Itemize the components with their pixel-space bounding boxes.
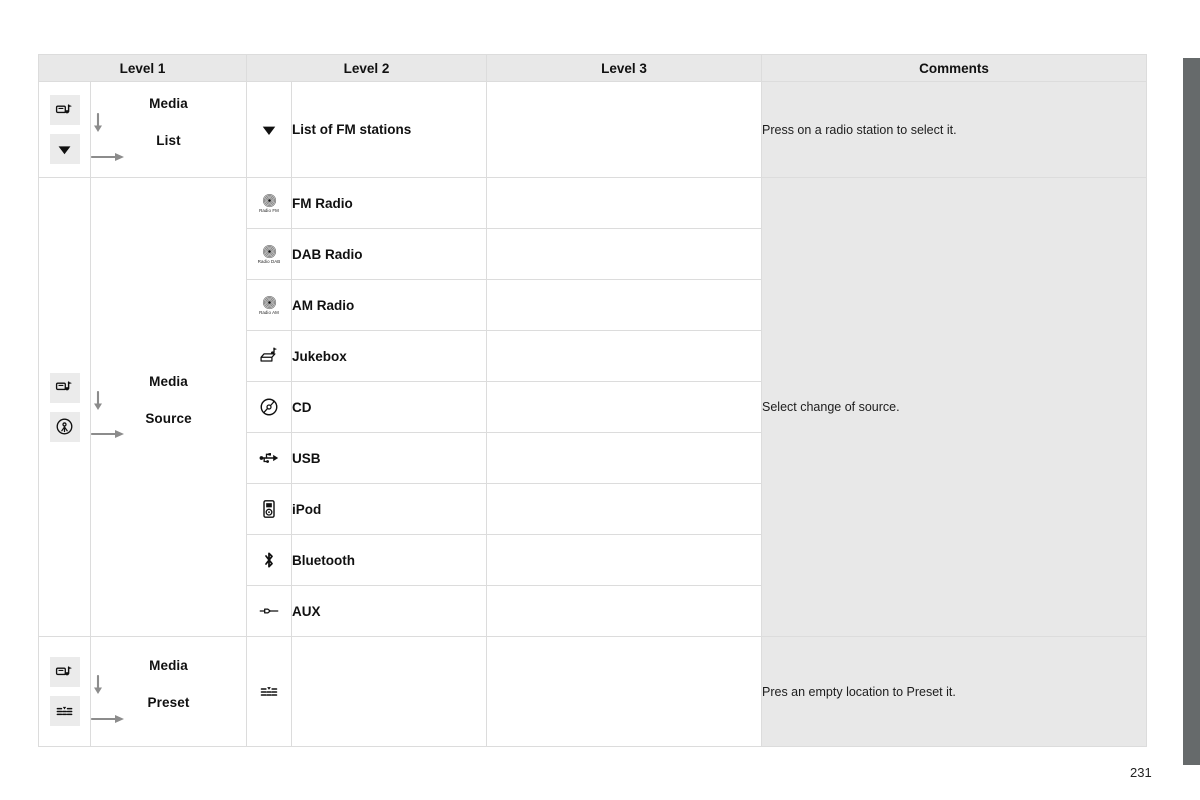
- level2-label[interactable]: List of FM stations: [291, 81, 487, 178]
- arrow-right-icon: [91, 713, 246, 725]
- level3-cell: [486, 483, 762, 535]
- comment-cell: Select change of source.: [761, 177, 1147, 637]
- level3-cell: [486, 585, 762, 637]
- arrow-down-icon: [91, 113, 246, 133]
- table-row: Media List List of FM stations Press on a r…: [38, 81, 1147, 178]
- level2-label[interactable]: iPod: [291, 483, 487, 535]
- level2-label[interactable]: DAB Radio: [291, 228, 487, 280]
- media-icon[interactable]: [49, 95, 80, 125]
- cd-icon: [247, 397, 291, 417]
- level1-icon-stack: [38, 177, 91, 637]
- level3-cell: [486, 177, 762, 229]
- aux-jack-icon: [247, 601, 291, 621]
- level2-icon-cell[interactable]: [246, 432, 292, 484]
- level2-label[interactable]: AM Radio: [291, 279, 487, 331]
- media-icon[interactable]: [49, 372, 80, 403]
- level2-icon-caption: Radio AM: [259, 309, 279, 315]
- jukebox-icon: [247, 346, 291, 366]
- level3-cell: [486, 81, 762, 178]
- level1-path-to: Preset: [147, 695, 190, 710]
- media-navigation-table: Level 1 Level 2 Level 3 Comments Media Li…: [38, 54, 1147, 747]
- list-triangle-icon[interactable]: [49, 134, 80, 164]
- radio-dial-icon: Radio AM: [247, 295, 291, 315]
- level2-icon-cell[interactable]: [246, 330, 292, 382]
- level2-label[interactable]: USB: [291, 432, 487, 484]
- level2-icon-cell[interactable]: Radio AM: [246, 279, 292, 331]
- table-row: Media Source Radio FM FM Radio Select change…: [38, 177, 1147, 637]
- level2-icon-cell[interactable]: Radio FM: [246, 177, 292, 229]
- level2-icon-cell[interactable]: [246, 585, 292, 637]
- list-triangle-icon: [247, 120, 291, 140]
- page-edge-marker-bar: [1183, 58, 1200, 765]
- preset-list-icon[interactable]: [49, 696, 80, 726]
- level2-icon-caption: Radio FM: [259, 207, 279, 213]
- level2-icon-caption: Radio DAB: [257, 258, 281, 264]
- column-header-level3: Level 3: [486, 54, 762, 82]
- level1-path-to: Source: [145, 410, 192, 426]
- page-number: 231: [1130, 765, 1152, 780]
- level2-icon-cell[interactable]: [246, 534, 292, 586]
- level1-path-from: Media: [149, 373, 188, 389]
- level2-label[interactable]: AUX: [291, 585, 487, 637]
- level2-icon-cell[interactable]: [246, 81, 292, 178]
- level2-icon-cell[interactable]: [246, 483, 292, 535]
- level1-path-to: List: [156, 133, 181, 148]
- level2-label[interactable]: FM Radio: [291, 177, 487, 229]
- column-header-level2: Level 2: [246, 54, 487, 82]
- level1-icon-stack: [38, 636, 91, 747]
- arrow-down-icon: [91, 390, 246, 411]
- level3-cell: [486, 432, 762, 484]
- level3-cell: [486, 534, 762, 586]
- level2-icon-cell[interactable]: [246, 381, 292, 433]
- level1-path-from: Media: [149, 96, 188, 112]
- table-row: Media Preset Pres an empty location to Pre…: [38, 636, 1147, 747]
- radio-dial-icon: Radio DAB: [247, 244, 291, 264]
- level2-label[interactable]: [291, 636, 487, 747]
- level1-icon-stack: [38, 81, 91, 178]
- level2-label[interactable]: Jukebox: [291, 330, 487, 382]
- arrow-right-icon: [91, 151, 246, 163]
- usb-icon: [247, 448, 291, 468]
- ipod-icon: [247, 499, 291, 519]
- column-header-comments: Comments: [761, 54, 1147, 82]
- table-header-row: Level 1 Level 2 Level 3 Comments: [38, 54, 1147, 82]
- level1-path: Media Preset: [90, 636, 247, 747]
- level1-path-from: Media: [149, 658, 188, 674]
- level2-icon-cell[interactable]: Radio DAB: [246, 228, 292, 280]
- level3-cell: [486, 228, 762, 280]
- comment-cell: Pres an empty location to Preset it.: [761, 636, 1147, 747]
- preset-list-icon: [247, 682, 291, 702]
- arrow-right-icon: [91, 428, 246, 440]
- radio-dial-icon: Radio FM: [247, 193, 291, 213]
- table-body: Media List List of FM stations Press on a r…: [38, 81, 1147, 747]
- level2-icon-cell[interactable]: [246, 636, 292, 747]
- level3-cell: [486, 381, 762, 433]
- column-header-level1: Level 1: [38, 54, 247, 82]
- level1-path: Media Source: [90, 177, 247, 637]
- manual-page-content: Level 1 Level 2 Level 3 Comments Media Li…: [38, 54, 1147, 747]
- bluetooth-icon: [247, 550, 291, 570]
- level3-cell: [486, 330, 762, 382]
- level2-label[interactable]: CD: [291, 381, 487, 433]
- comment-cell: Press on a radio station to select it.: [761, 81, 1147, 178]
- level3-cell: [486, 279, 762, 331]
- source-antenna-icon[interactable]: [49, 411, 80, 442]
- level1-path: Media List: [90, 81, 247, 178]
- media-icon[interactable]: [49, 657, 80, 687]
- arrow-down-icon: [91, 675, 246, 695]
- level2-label[interactable]: Bluetooth: [291, 534, 487, 586]
- level3-cell: [486, 636, 762, 747]
